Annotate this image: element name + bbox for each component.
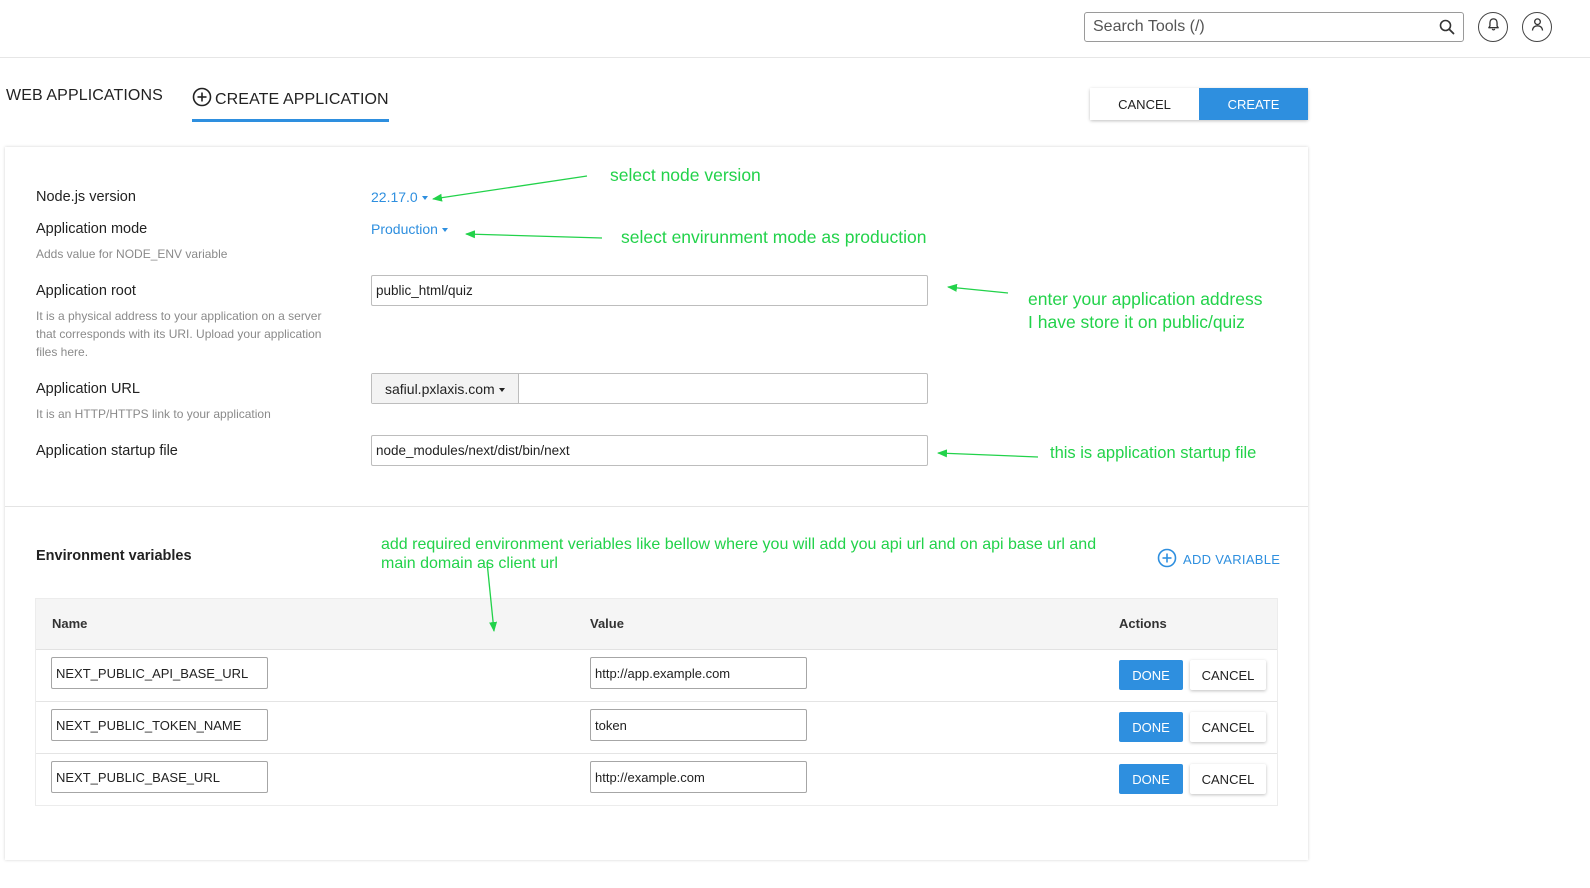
startup-file-field[interactable] <box>371 435 928 466</box>
notifications-button[interactable] <box>1478 12 1508 42</box>
table-row: DONE CANCEL <box>36 753 1277 805</box>
user-icon <box>1530 17 1545 37</box>
user-menu-button[interactable] <box>1522 12 1552 42</box>
annotation-app-root-line-1: enter your application address <box>1028 289 1263 309</box>
column-header-value: Value <box>590 616 624 631</box>
tab-create-application[interactable]: CREATE APPLICATION <box>192 87 389 122</box>
search-icon[interactable] <box>1439 19 1455 35</box>
app-url-field: safiul.pxlaxis.com <box>371 373 928 404</box>
table-header: Name Value Actions <box>36 599 1277 650</box>
bell-icon <box>1486 17 1501 37</box>
app-mode-dropdown[interactable]: Production <box>371 221 448 237</box>
column-header-name: Name <box>52 616 88 631</box>
env-value-input[interactable] <box>591 658 806 688</box>
env-name-field[interactable] <box>51 761 268 793</box>
done-button[interactable]: DONE <box>1119 660 1183 690</box>
row-cancel-button[interactable]: CANCEL <box>1190 764 1266 794</box>
app-root-input[interactable] <box>372 276 927 305</box>
row-cancel-button[interactable]: CANCEL <box>1190 660 1266 690</box>
caret-down-icon <box>498 387 505 392</box>
domain-value: safiul.pxlaxis.com <box>385 380 495 397</box>
column-header-actions: Actions <box>1119 616 1167 631</box>
done-button[interactable]: DONE <box>1119 764 1183 794</box>
node-version-value: 22.17.0 <box>371 189 418 205</box>
app-url-label: Application URL <box>36 381 140 397</box>
env-name-input[interactable] <box>52 762 267 792</box>
startup-file-input[interactable] <box>372 436 927 465</box>
node-version-label: Node.js version <box>36 189 136 205</box>
domain-dropdown[interactable]: safiul.pxlaxis.com <box>372 374 519 403</box>
done-button[interactable]: DONE <box>1119 712 1183 742</box>
env-value-input[interactable] <box>591 710 806 740</box>
env-name-field[interactable] <box>51 709 268 741</box>
app-url-input[interactable] <box>520 374 925 403</box>
table-row: DONE CANCEL <box>36 649 1277 702</box>
annotation-env-line-1: add required environment veriables like … <box>381 536 1097 553</box>
app-root-field[interactable] <box>371 275 928 306</box>
section-divider <box>5 506 1308 507</box>
cancel-button[interactable]: CANCEL <box>1090 88 1199 120</box>
app-mode-value: Production <box>371 221 438 237</box>
tab-label: CREATE APPLICATION <box>215 90 389 108</box>
caret-down-icon <box>421 196 428 200</box>
env-name-input[interactable] <box>52 710 267 740</box>
env-name-input[interactable] <box>52 658 267 688</box>
tab-web-applications[interactable]: WEB APPLICATIONS <box>6 87 163 105</box>
add-variable-label: ADD VARIABLE <box>1183 552 1281 567</box>
app-mode-hint: Adds value for NODE_ENV variable <box>36 247 228 261</box>
annotation-node-version: select node version <box>610 165 761 185</box>
env-value-field[interactable] <box>590 761 807 793</box>
annotation-app-mode: select envirunment mode as production <box>621 227 927 247</box>
env-variables-title: Environment variables <box>36 548 192 564</box>
app-mode-label: Application mode <box>36 221 148 237</box>
caret-down-icon <box>441 228 448 232</box>
add-variable-button[interactable]: ADD VARIABLE <box>1157 548 1280 571</box>
annotation-env-line-2: main domain as client url <box>381 555 558 572</box>
node-version-dropdown[interactable]: 22.17.0 <box>371 189 428 205</box>
form-actions: CANCEL CREATE <box>1090 88 1308 120</box>
startup-file-label: Application startup file <box>36 443 178 459</box>
app-url-hint: It is an HTTP/HTTPS link to your applica… <box>36 407 271 421</box>
create-button[interactable]: CREATE <box>1199 88 1308 120</box>
env-variables-table: Name Value Actions DONE CANCEL DONE CANC… <box>35 598 1278 806</box>
app-root-label: Application root <box>36 283 136 299</box>
env-value-field[interactable] <box>590 657 807 689</box>
search-box[interactable] <box>1084 12 1464 42</box>
env-value-input[interactable] <box>591 762 806 792</box>
plus-circle-icon <box>1157 548 1177 571</box>
row-cancel-button[interactable]: CANCEL <box>1190 712 1266 742</box>
annotation-startup-file: this is application startup file <box>1050 444 1257 462</box>
env-name-field[interactable] <box>51 657 268 689</box>
top-bar <box>0 0 1590 58</box>
search-input[interactable] <box>1085 13 1441 41</box>
plus-circle-icon <box>192 87 212 112</box>
table-row: DONE CANCEL <box>36 701 1277 754</box>
env-value-field[interactable] <box>590 709 807 741</box>
app-root-hint: It is a physical address to your applica… <box>36 309 322 359</box>
annotation-app-root-line-2: I have store it on public/quiz <box>1028 312 1245 332</box>
